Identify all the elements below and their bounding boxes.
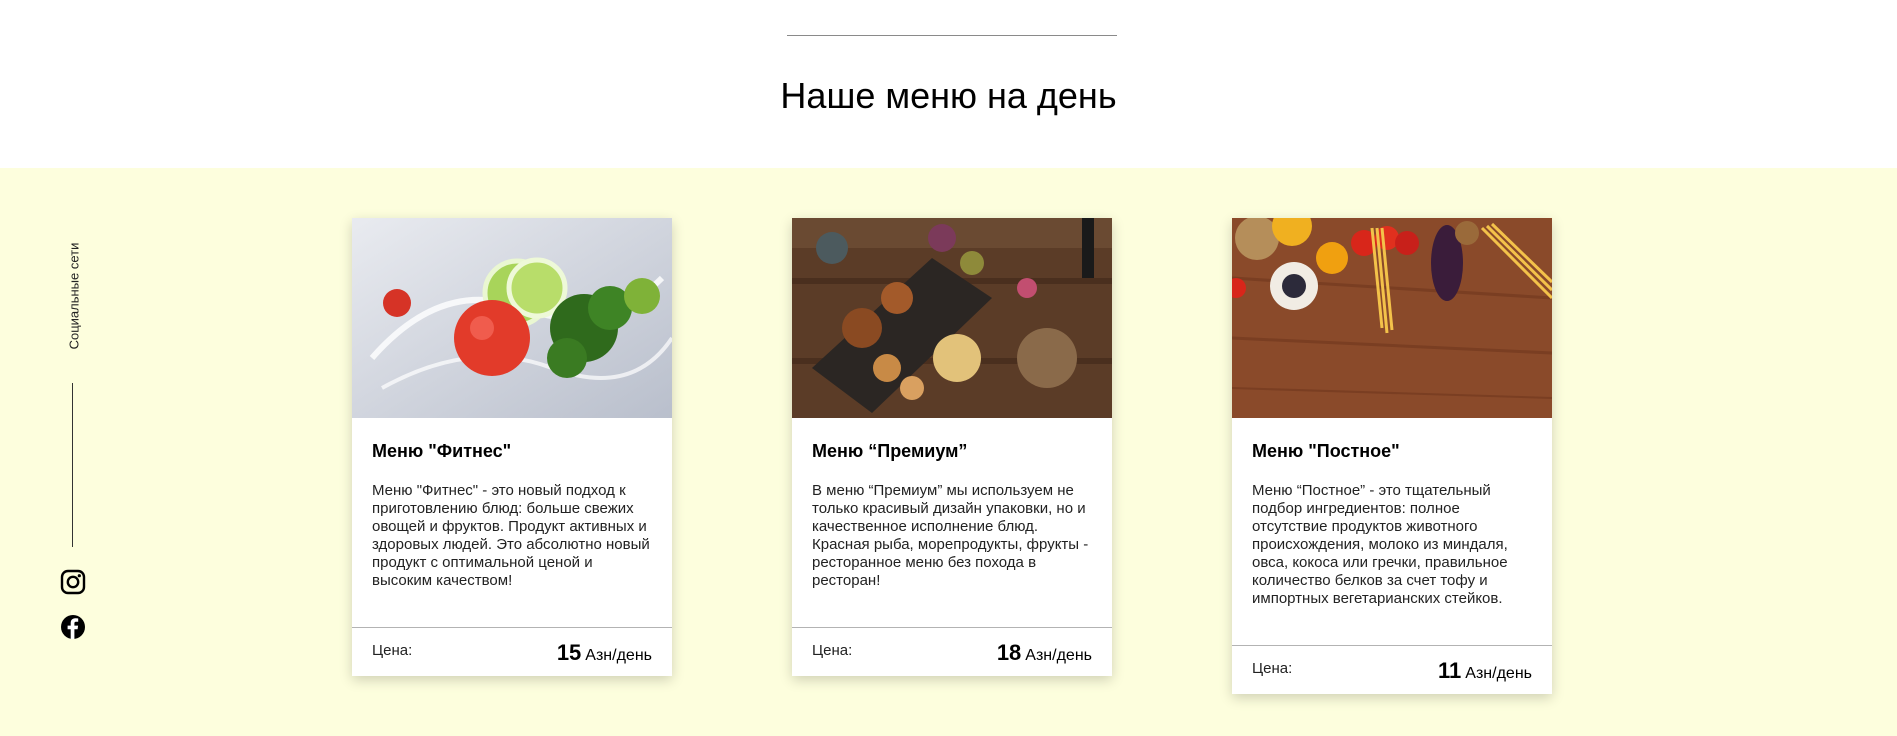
price-unit: Азн/день: [1465, 665, 1532, 682]
menu-card-fitness[interactable]: Меню "Фитнес" Меню "Фитнес" - это новый …: [352, 218, 672, 676]
price-label: Цена:: [812, 642, 853, 659]
card-title: Меню "Постное": [1252, 441, 1400, 461]
menu-card-premium[interactable]: Меню “Премиум” В меню “Премиум” мы испол…: [792, 218, 1112, 676]
price-value: 11 Азн/день: [1438, 658, 1532, 684]
social-label: Социальные сети: [66, 242, 82, 350]
card-description: Меню "Фитнес" - это новый подход к приго…: [372, 482, 650, 589]
feast-image: [792, 218, 1112, 418]
price-number: 18: [996, 640, 1022, 665]
menu-card-lenten[interactable]: Меню "Постное" Меню “Постное” - это тщат…: [1232, 218, 1552, 694]
section-title: Наше меню на день: [780, 75, 1117, 116]
card-price-row: Цена: 15 Азн/день: [352, 627, 672, 676]
price-label: Цена:: [1252, 660, 1293, 677]
social-divider: [72, 383, 73, 547]
card-price-row: Цена: 18 Азн/день: [792, 627, 1112, 676]
header-divider: [787, 35, 1117, 36]
vegetables-image: [1232, 218, 1552, 418]
price-unit: Азн/день: [1025, 647, 1092, 664]
price-unit: Азн/день: [585, 647, 652, 664]
price-value: 18 Азн/день: [997, 640, 1092, 666]
section-header: Наше меню на день: [0, 0, 1897, 168]
facebook-icon[interactable]: [60, 614, 86, 640]
salad-image: [352, 218, 672, 418]
card-description: В меню “Премиум” мы используем не только…: [812, 482, 1089, 589]
price-number: 15: [556, 640, 582, 665]
card-title: Меню “Премиум”: [812, 441, 968, 461]
price-label: Цена:: [372, 642, 413, 659]
card-price-row: Цена: 11 Азн/день: [1232, 645, 1552, 694]
price-value: 15 Азн/день: [557, 640, 652, 666]
card-description: Меню “Постное” - это тщательный подбор и…: [1252, 482, 1508, 607]
instagram-icon[interactable]: [60, 569, 86, 595]
price-number: 11: [1438, 658, 1462, 683]
card-title: Меню "Фитнес": [372, 441, 512, 461]
